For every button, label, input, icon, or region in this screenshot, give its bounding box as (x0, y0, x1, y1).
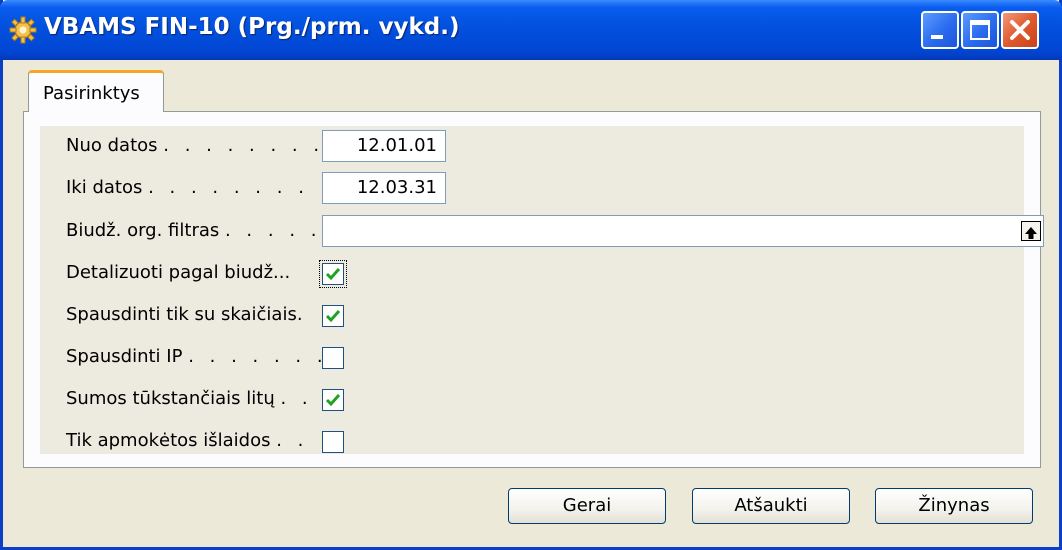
ok-button[interactable]: Gerai (508, 488, 666, 524)
window-title: VBAMS FIN-10 (Prg./prm. vykd.) (44, 14, 460, 40)
budget-filter-dots: . . . . . (224, 220, 322, 241)
from-date-label: Nuo datos . . . . . . . . (66, 134, 324, 158)
title-bar[interactable]: VBAMS FIN-10 (Prg./prm. vykd.) (0, 0, 1062, 60)
cancel-button[interactable]: Atšaukti (692, 488, 850, 524)
options-panel: Nuo datos . . . . . . . . 12.01.01 Iki d… (23, 111, 1044, 468)
to-date-input[interactable]: 12.03.31 (322, 172, 446, 204)
to-date-dots: . . . . . . . . (148, 177, 309, 198)
sums-thousands-dots: . . (280, 388, 313, 409)
budget-filter-label: Biudž. org. filtras . . . . . (66, 219, 321, 243)
minimize-button[interactable] (921, 11, 959, 49)
row-to-date: Iki datos . . . . . . . . 12.03.31 (40, 172, 1024, 206)
print-with-numbers-label-text: Spausdinti tik su skaičiais (66, 304, 297, 325)
budget-filter-label-text: Biudž. org. filtras (66, 220, 220, 241)
to-date-label: Iki datos . . . . . . . . (66, 176, 309, 200)
print-ip-label: Spausdinti IP . . . . . . . (66, 345, 328, 369)
row-paid-expenses: Tik apmokėtos išlaidos . . (40, 425, 1024, 459)
paid-expenses-label-text: Tik apmokėtos išlaidos (66, 430, 271, 451)
close-icon (1010, 20, 1030, 40)
sums-thousands-checkbox[interactable] (322, 389, 344, 411)
checkmark-icon (325, 268, 341, 281)
print-with-numbers-label: Spausdinti tik su skaičiais. (66, 303, 308, 327)
checkmark-icon (325, 310, 341, 323)
arrow-up-icon (1025, 227, 1037, 239)
from-date-input[interactable]: 12.01.01 (322, 130, 446, 162)
gear-icon (9, 16, 37, 44)
tab-label: Pasirinktys (43, 83, 140, 104)
print-ip-checkbox[interactable] (322, 347, 344, 369)
detail-by-budget-checkbox[interactable] (319, 260, 347, 288)
sums-thousands-label-text: Sumos tūkstančiais litų (66, 388, 275, 409)
checkmark-icon (325, 394, 341, 407)
print-with-numbers-dots: . (296, 304, 308, 325)
minimize-icon (931, 35, 943, 39)
row-print-ip: Spausdinti IP . . . . . . . (40, 341, 1024, 375)
to-date-label-text: Iki datos (66, 177, 143, 198)
detail-by-budget-label: Detalizuoti pagal biudž... (66, 261, 290, 285)
paid-expenses-checkbox[interactable] (322, 431, 344, 453)
row-print-with-numbers: Spausdinti tik su skaičiais. (40, 299, 1024, 333)
from-date-dots: . . . . . . . . (163, 135, 325, 156)
detail-by-budget-label-text: Detalizuoti pagal biudž... (66, 262, 291, 283)
maximize-button[interactable] (961, 11, 999, 49)
close-button[interactable] (1001, 11, 1039, 49)
budget-filter-input[interactable] (322, 215, 1044, 247)
tab-pasirinktys[interactable]: Pasirinktys (28, 70, 164, 112)
lookup-button[interactable] (1021, 221, 1041, 241)
row-from-date: Nuo datos . . . . . . . . 12.01.01 (40, 130, 1024, 164)
fields-area: Nuo datos . . . . . . . . 12.01.01 Iki d… (40, 126, 1044, 454)
paid-expenses-dots: . . (276, 430, 309, 451)
print-ip-dots: . . . . . . . (188, 346, 328, 367)
paid-expenses-label: Tik apmokėtos išlaidos . . (66, 429, 308, 453)
dialog-window: VBAMS FIN-10 (Prg./prm. vykd.) Pasirinkt… (0, 0, 1062, 550)
from-date-label-text: Nuo datos (66, 135, 158, 156)
help-button[interactable]: Žinynas (875, 488, 1033, 524)
maximize-icon (970, 20, 990, 40)
sums-thousands-label: Sumos tūkstančiais litų . . (66, 387, 313, 411)
row-sums-thousands: Sumos tūkstančiais litų . . (40, 383, 1024, 417)
print-with-numbers-checkbox[interactable] (322, 305, 344, 327)
row-detail-by-budget: Detalizuoti pagal biudž... (40, 257, 1024, 291)
print-ip-label-text: Spausdinti IP (66, 346, 183, 367)
row-budget-filter: Biudž. org. filtras . . . . . (40, 215, 1044, 249)
